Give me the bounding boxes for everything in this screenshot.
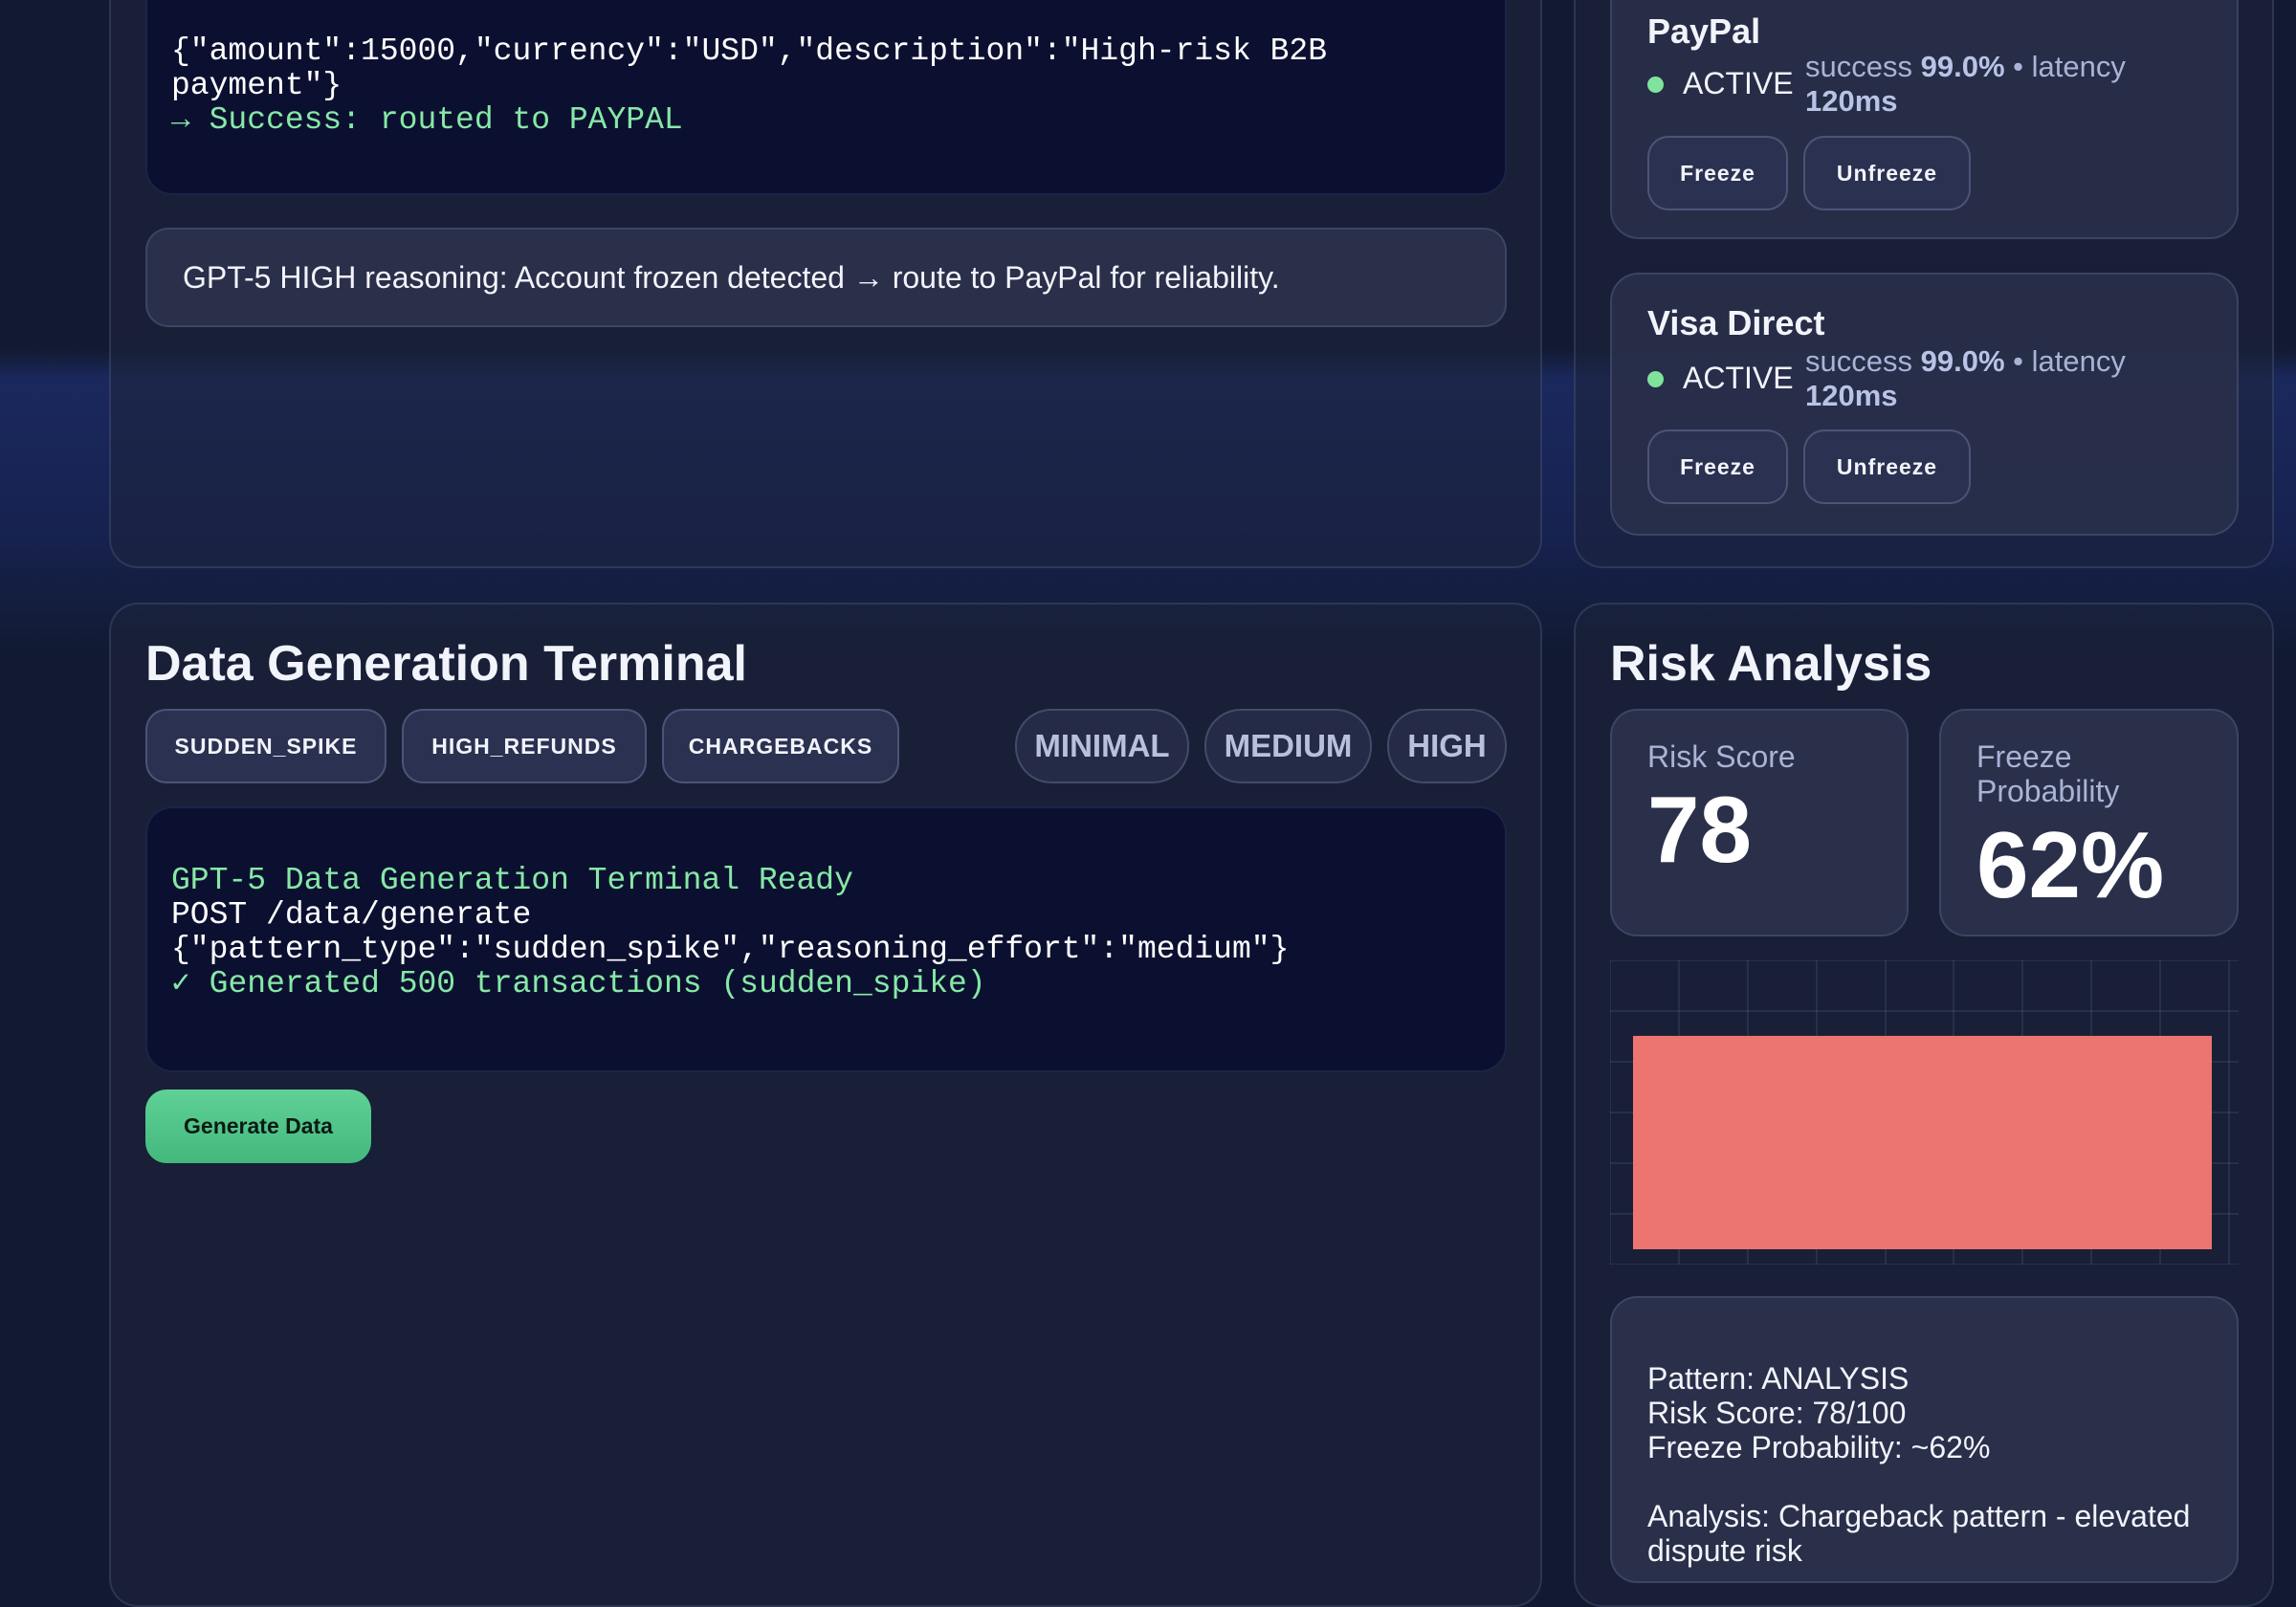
risk-bar	[1633, 1035, 2212, 1249]
info-freeze-line: Freeze Probability: ~62%	[1647, 1430, 1991, 1464]
effort-minimal-button[interactable]: MINIMAL	[1015, 709, 1189, 783]
info-score-line: Risk Score: 78/100	[1647, 1396, 1907, 1430]
risk-analysis-title: Risk Analysis	[1610, 636, 1932, 692]
provider-card-paypal: PayPal ACTIVE success 99.0% • latency 12…	[1610, 0, 2239, 239]
info-spacer	[1647, 1464, 2201, 1499]
provider-status: ACTIVE	[1683, 66, 1794, 100]
data-generation-title: Data Generation Terminal	[145, 636, 747, 692]
provider-status: ACTIVE	[1683, 361, 1794, 395]
provider-name: Visa Direct	[1647, 303, 1825, 342]
unfreeze-button[interactable]: Unfreeze	[1803, 136, 1971, 210]
success-value: 99.0%	[1920, 50, 2005, 83]
latency-label: latency	[2031, 50, 2126, 83]
provider-metrics: success 99.0% • latency 120ms	[1805, 344, 2188, 413]
info-pattern-line: Pattern: ANALYSIS	[1647, 1361, 1910, 1396]
risk-score-value: 78	[1647, 777, 1753, 882]
pattern-sudden-spike-button[interactable]: SUDDEN_SPIKE	[145, 709, 386, 783]
success-label: success	[1805, 344, 1912, 378]
routing-request-line: {"amount":15000,"currency":"USD","descri…	[171, 33, 1327, 69]
risk-info-box: Pattern: ANALYSIS Risk Score: 78/100 Freez…	[1610, 1296, 2239, 1583]
risk-score-card: Risk Score 78	[1610, 709, 1909, 936]
risk-bar-chart	[1610, 960, 2239, 1265]
freeze-probability-card: Freeze Probability 62%	[1939, 709, 2239, 936]
provider-card-visa-direct: Visa Direct ACTIVE success 99.0% • laten…	[1610, 273, 2239, 536]
latency-label: latency	[2031, 344, 2126, 378]
success-value: 99.0%	[1920, 344, 2005, 378]
metric-separator: •	[2013, 344, 2023, 378]
latency-value: 120ms	[1805, 84, 1898, 118]
terminal-ready-line: GPT-5 Data Generation Terminal Ready	[171, 863, 853, 898]
risk-score-label: Risk Score	[1647, 739, 1796, 774]
status-dot	[1647, 77, 1664, 93]
status-dot	[1647, 371, 1664, 387]
freeze-probability-label: Freeze Probability	[1976, 739, 2120, 808]
pattern-high-refunds-button[interactable]: HIGH_REFUNDS	[402, 709, 647, 783]
freeze-button[interactable]: Freeze	[1647, 136, 1788, 210]
routing-result-line: → Success: routed to PAYPAL	[171, 102, 683, 138]
latency-value: 120ms	[1805, 379, 1898, 412]
effort-medium-button[interactable]: MEDIUM	[1204, 709, 1372, 783]
effort-high-button[interactable]: HIGH	[1387, 709, 1507, 783]
terminal-result-line: ✓ Generated 500 transactions (sudden_spi…	[171, 966, 986, 1002]
metric-separator: •	[2013, 50, 2023, 83]
routing-terminal: {"amount":15000,"currency":"USD","descri…	[145, 0, 1507, 195]
terminal-request-line: POST /data/generate	[171, 897, 532, 933]
unfreeze-button[interactable]: Unfreeze	[1803, 429, 1971, 504]
freeze-probability-value: 62%	[1976, 812, 2165, 917]
provider-name: PayPal	[1647, 11, 1761, 51]
generate-data-button[interactable]: Generate Data	[145, 1090, 371, 1163]
provider-metrics: success 99.0% • latency 120ms	[1805, 50, 2188, 119]
info-analysis-line: Analysis: Chargeback pattern - elevated …	[1647, 1499, 2199, 1568]
data-generation-terminal: GPT-5 Data Generation Terminal Ready POST…	[145, 806, 1507, 1072]
freeze-button[interactable]: Freeze	[1647, 429, 1788, 504]
terminal-payload-line: {"pattern_type":"sudden_spike","reasonin…	[171, 932, 1290, 967]
pattern-chargebacks-button[interactable]: CHARGEBACKS	[662, 709, 899, 783]
reasoning-banner: GPT-5 HIGH reasoning: Account frozen det…	[145, 228, 1507, 327]
success-label: success	[1805, 50, 1912, 83]
routing-request-line-2: payment"}	[171, 68, 342, 103]
